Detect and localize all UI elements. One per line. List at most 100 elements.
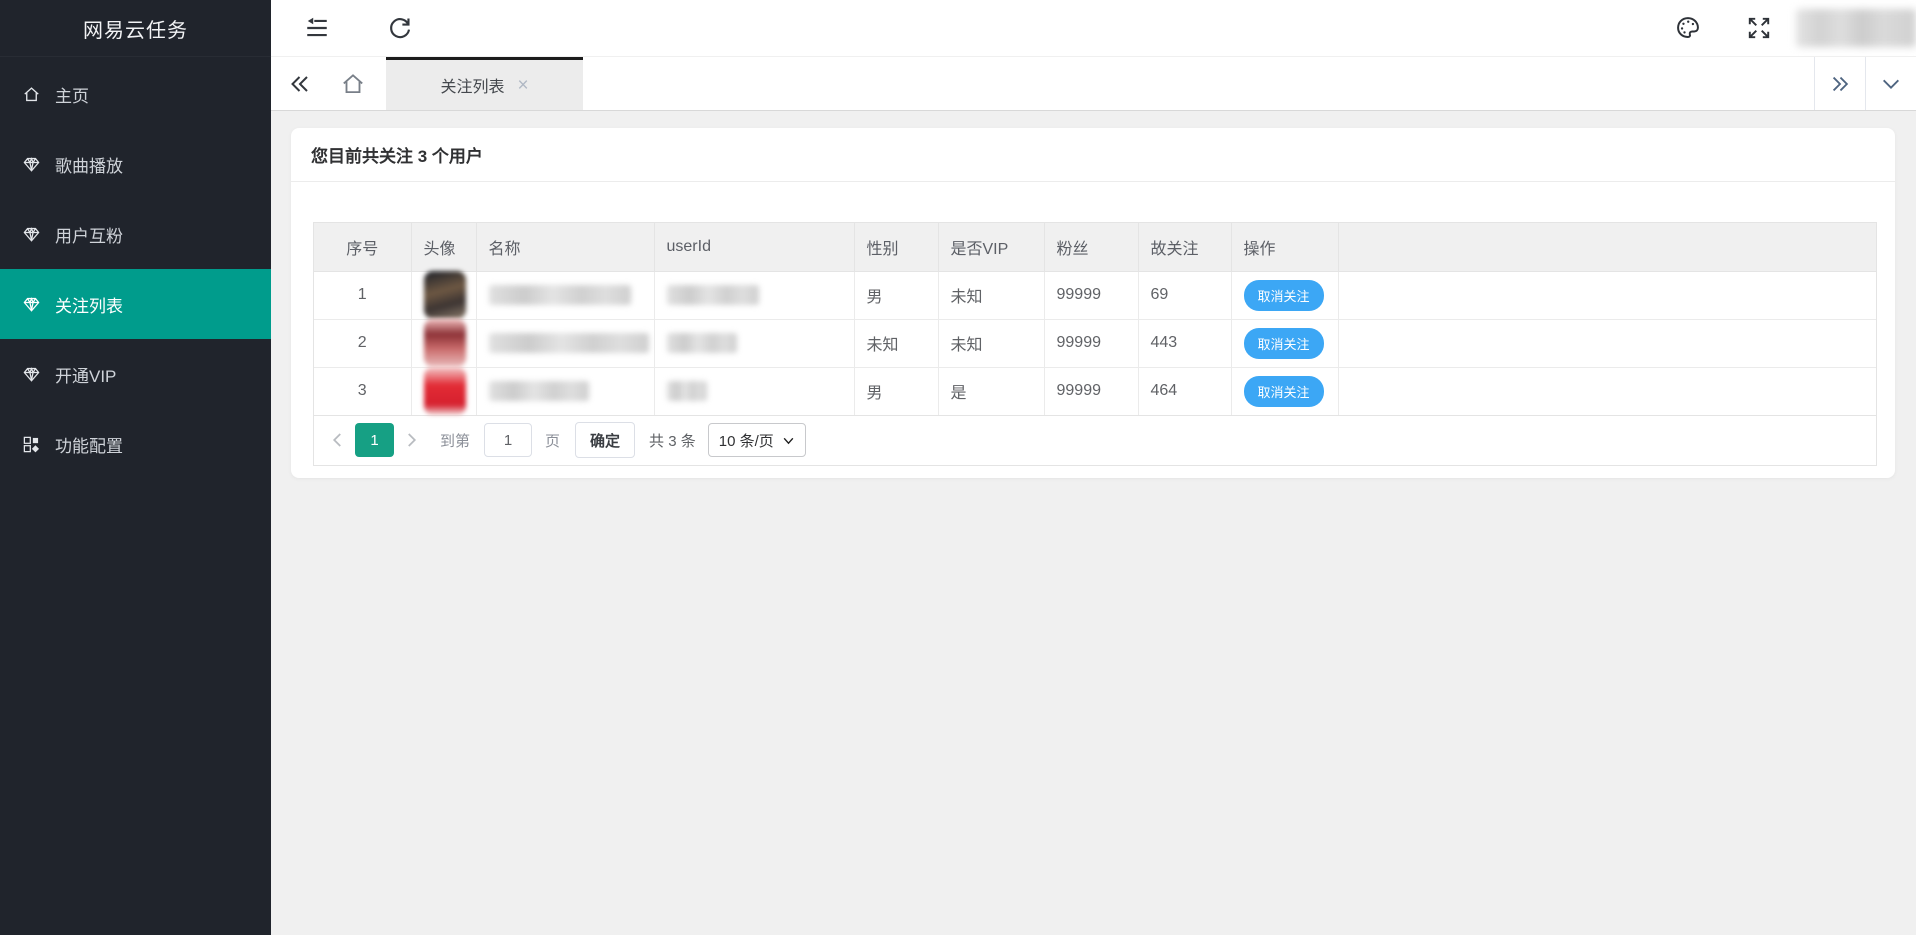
- cell-vip: 未知: [938, 319, 1044, 367]
- tab-follow-list[interactable]: 关注列表 ×: [386, 57, 583, 110]
- cell-index: 3: [314, 367, 411, 415]
- sidebar-item-label: 功能配置: [55, 432, 123, 457]
- table-row: 3 男 是 99999 464 取消关注: [314, 367, 1876, 415]
- fold-sidebar-icon[interactable]: [304, 15, 330, 41]
- cell-avatar: [411, 271, 476, 319]
- theme-palette-icon[interactable]: [1674, 14, 1702, 42]
- tabs-scroll-left-icon[interactable]: [288, 72, 312, 96]
- pagination: 1 到第 页 确定 共 3 条 10 条/页: [314, 416, 1876, 465]
- avatar-redacted: [424, 367, 466, 415]
- sidebar-item-open-vip[interactable]: 开通VIP: [0, 339, 271, 409]
- tabs-scroll-right-icon[interactable]: [1814, 57, 1865, 110]
- sidebar-item-mutual-follow[interactable]: 用户互粉: [0, 199, 271, 269]
- card-title: 您目前共关注 3 个用户: [291, 128, 1895, 182]
- next-page-icon[interactable]: [402, 431, 420, 449]
- cell-action: 取消关注: [1231, 319, 1338, 367]
- userid-redacted: [667, 333, 737, 353]
- col-vip: 是否VIP: [938, 223, 1044, 271]
- cell-follows: 464: [1138, 367, 1231, 415]
- prev-page-icon[interactable]: [329, 431, 347, 449]
- col-follows: 故关注: [1138, 223, 1231, 271]
- gem-icon: [22, 365, 41, 384]
- goto-page-label: 到第: [440, 430, 470, 451]
- page-number-button[interactable]: 1: [355, 423, 394, 457]
- userid-redacted: [667, 381, 707, 401]
- tab-close-icon[interactable]: ×: [517, 76, 528, 95]
- cell-empty: [1338, 367, 1876, 415]
- cell-name: [476, 367, 654, 415]
- cell-fans: 99999: [1044, 367, 1138, 415]
- sidebar-item-follow-list[interactable]: 关注列表: [0, 269, 271, 339]
- page-size-select[interactable]: 10 条/页: [708, 423, 806, 457]
- sidebar-item-label: 歌曲播放: [55, 152, 123, 177]
- cell-gender: 男: [854, 271, 938, 319]
- cell-avatar: [411, 319, 476, 367]
- col-avatar: 头像: [411, 223, 476, 271]
- topbar: [271, 0, 1916, 57]
- sidebar-item-home[interactable]: 主页: [0, 59, 271, 129]
- main-area: 关注列表 × 您目前共关注 3 个用户: [271, 0, 1916, 935]
- col-actions: 操作: [1231, 223, 1338, 271]
- avatar-redacted: [424, 271, 466, 319]
- app-title: 网易云任务: [0, 0, 271, 57]
- gem-icon: [22, 155, 41, 174]
- sidebar-item-label: 开通VIP: [55, 362, 116, 387]
- cell-index: 2: [314, 319, 411, 367]
- col-gender: 性别: [854, 223, 938, 271]
- sidebar: 网易云任务 主页 歌曲播放: [0, 0, 271, 935]
- user-menu-redacted[interactable]: [1796, 9, 1916, 47]
- table-row: 2 未知 未知 99999 443 取消关注: [314, 319, 1876, 367]
- cell-gender: 男: [854, 367, 938, 415]
- tab-home-icon[interactable]: [340, 71, 366, 97]
- sidebar-item-feature-config[interactable]: 功能配置: [0, 409, 271, 479]
- cell-userid: [654, 319, 854, 367]
- table-header-row: 序号 头像 名称 userId 性别 是否VIP 粉丝 故关注 操作: [314, 223, 1876, 271]
- tab-label: 关注列表: [440, 73, 504, 97]
- col-userid: userId: [654, 223, 854, 271]
- unfollow-button[interactable]: 取消关注: [1244, 376, 1324, 407]
- col-name: 名称: [476, 223, 654, 271]
- tabbar: 关注列表 ×: [271, 57, 1916, 111]
- grid-icon: [22, 435, 41, 454]
- tabbar-controls: [1814, 57, 1916, 110]
- cell-name: [476, 319, 654, 367]
- cell-userid: [654, 367, 854, 415]
- page-number-input[interactable]: [484, 423, 532, 457]
- cell-index: 1: [314, 271, 411, 319]
- name-redacted: [489, 285, 631, 305]
- cell-empty: [1338, 319, 1876, 367]
- sidebar-item-label: 关注列表: [55, 292, 123, 317]
- sidebar-item-song-play[interactable]: 歌曲播放: [0, 129, 271, 199]
- sidebar-item-label: 主页: [55, 82, 89, 107]
- table-row: 1 男 未知 99999 69 取消关注: [314, 271, 1876, 319]
- home-icon: [22, 85, 41, 104]
- fullscreen-icon[interactable]: [1746, 15, 1772, 41]
- app-root: 网易云任务 主页 歌曲播放: [0, 0, 1916, 935]
- cell-empty: [1338, 271, 1876, 319]
- unfollow-button[interactable]: 取消关注: [1244, 280, 1324, 311]
- topbar-right: [1674, 9, 1916, 47]
- unfollow-button[interactable]: 取消关注: [1244, 328, 1324, 359]
- cell-follows: 69: [1138, 271, 1231, 319]
- sidebar-menu: 主页 歌曲播放 用户互粉: [0, 57, 271, 479]
- cell-userid: [654, 271, 854, 319]
- name-redacted: [489, 381, 589, 401]
- cell-vip: 是: [938, 367, 1044, 415]
- cell-vip: 未知: [938, 271, 1044, 319]
- cell-action: 取消关注: [1231, 367, 1338, 415]
- cell-fans: 99999: [1044, 319, 1138, 367]
- cell-name: [476, 271, 654, 319]
- sidebar-item-label: 用户互粉: [55, 222, 123, 247]
- page-unit-label: 页: [545, 430, 560, 451]
- cell-action: 取消关注: [1231, 271, 1338, 319]
- cell-follows: 443: [1138, 319, 1231, 367]
- refresh-icon[interactable]: [387, 15, 413, 41]
- avatar-redacted: [424, 319, 466, 367]
- col-fans: 粉丝: [1044, 223, 1138, 271]
- confirm-page-button[interactable]: 确定: [575, 422, 635, 458]
- cell-avatar: [411, 367, 476, 415]
- cell-gender: 未知: [854, 319, 938, 367]
- page-size-value: 10 条/页: [719, 430, 774, 451]
- col-index: 序号: [314, 223, 411, 271]
- tabs-menu-chevron-down-icon[interactable]: [1865, 57, 1916, 110]
